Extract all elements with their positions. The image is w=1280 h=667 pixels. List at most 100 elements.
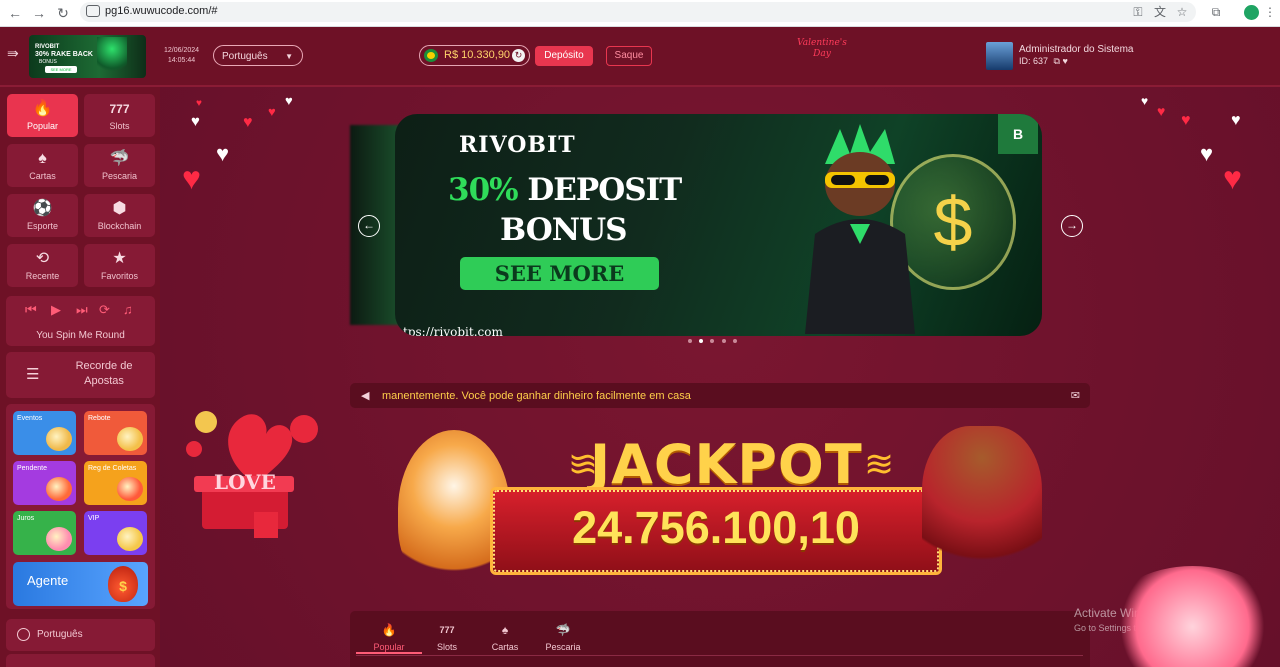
sidebar-category-0[interactable]: 🔥 Popular bbox=[7, 94, 78, 137]
carousel-dot[interactable] bbox=[699, 339, 703, 343]
browser-menu-icon[interactable]: ⋮ bbox=[1263, 5, 1277, 19]
sidebar-category-7[interactable]: ★ Favoritos bbox=[84, 244, 155, 287]
previous-track-icon[interactable]: ⏮ bbox=[25, 302, 37, 318]
bet-records-label: Recorde de Apostas bbox=[75, 360, 133, 387]
carousel-prev-button[interactable]: ← bbox=[358, 215, 380, 237]
user-id[interactable]: ID: 637 ⧉ ♥ bbox=[1019, 56, 1068, 67]
bet-records-button[interactable]: ☰ Recorde de Apostas bbox=[6, 352, 155, 398]
tab-0[interactable]: 🔥 Popular bbox=[356, 623, 422, 652]
promo-tile-5[interactable]: VIP bbox=[84, 511, 147, 555]
next-track-icon[interactable]: ⏭ bbox=[76, 302, 88, 318]
promo-tile-0[interactable]: Eventos bbox=[13, 411, 76, 455]
speaker-icon: ◀ bbox=[361, 390, 370, 402]
profile-icon[interactable] bbox=[1244, 5, 1259, 20]
address-bar[interactable] bbox=[80, 2, 1196, 22]
reload-icon[interactable]: ↻ bbox=[54, 4, 72, 22]
language-select[interactable]: Português ▼ bbox=[213, 45, 303, 66]
agent-label: Agente bbox=[27, 573, 69, 588]
heart-decoration-icon: ♥ bbox=[196, 98, 202, 109]
sidebar-category-4[interactable]: ⚽ Esporte bbox=[7, 194, 78, 237]
slots-777-icon: 777 bbox=[109, 102, 130, 116]
playlist-icon[interactable]: ♫ bbox=[123, 302, 133, 317]
user-name[interactable]: Administrador do Sistema bbox=[1019, 44, 1134, 55]
heart-decoration-icon: ♥ bbox=[1231, 112, 1241, 129]
promo-line1: 30% RAKE BACK bbox=[35, 51, 93, 58]
song-title: You Spin Me Round bbox=[36, 330, 125, 341]
promo-tile-4[interactable]: Juros bbox=[13, 511, 76, 555]
mail-icon[interactable]: ✉ bbox=[1071, 389, 1080, 402]
svg-text:LOVE: LOVE bbox=[214, 470, 276, 494]
heart-decoration-icon: ♥ bbox=[1181, 112, 1191, 129]
repeat-icon[interactable]: ⟳ bbox=[99, 302, 110, 318]
heart-decoration-icon: ♥ bbox=[285, 93, 293, 108]
heart-decoration-icon: ♥ bbox=[1200, 141, 1214, 166]
caret-down-icon: ▼ bbox=[285, 52, 293, 61]
site-info-icon[interactable] bbox=[86, 5, 100, 17]
back-icon[interactable]: ← bbox=[6, 4, 24, 22]
promo-tile-label: VIP bbox=[88, 515, 100, 522]
heart-decoration-icon: ♥ bbox=[1157, 103, 1166, 119]
sidebar-category-label: Recente bbox=[25, 271, 60, 281]
user-id-text: ID: 637 bbox=[1019, 56, 1049, 66]
bookmark-star-icon[interactable]: ☆ bbox=[1175, 5, 1189, 19]
promo-tile-3[interactable]: Reg de Coletas bbox=[84, 461, 147, 505]
balance-display: R$ 10.330,90 ↻ bbox=[419, 45, 530, 66]
extensions-icon[interactable]: ⧉ bbox=[1209, 5, 1223, 19]
carousel-dot[interactable] bbox=[710, 339, 714, 343]
promo-tile-2[interactable]: Pendente bbox=[13, 461, 76, 505]
sidebar-category-5[interactable]: ⬢ Blockchain bbox=[84, 194, 155, 237]
translate-icon[interactable]: 文 bbox=[1153, 5, 1167, 19]
forward-icon[interactable]: → bbox=[30, 4, 48, 22]
heart-decoration-icon: ♥ bbox=[243, 114, 253, 131]
withdraw-button[interactable]: Saque bbox=[606, 46, 652, 66]
promo-carousel-slide[interactable]: RIVOBIT 30% DEPOSIT BONUS SEE MORE tps:/… bbox=[395, 114, 1042, 336]
banner-brand: RIVOBIT bbox=[459, 132, 576, 158]
valentines-day-logo: Valentine's Day bbox=[793, 38, 851, 68]
refresh-balance-icon[interactable]: ↻ bbox=[512, 49, 525, 62]
sidebar-category-label: Popular bbox=[26, 121, 59, 131]
sidebar-category-6[interactable]: ⟲ Recente bbox=[7, 244, 78, 287]
cards-icon: ♠ bbox=[501, 623, 509, 637]
header-promo-banner[interactable]: RIVOBIT 30% RAKE BACK BONUS SEE MORE bbox=[29, 35, 146, 78]
tabs-divider bbox=[356, 655, 1083, 656]
banner-see-more-button[interactable]: SEE MORE bbox=[460, 257, 659, 290]
sidebar-language-button[interactable]: Português bbox=[6, 619, 155, 651]
user-avatar[interactable] bbox=[986, 42, 1013, 70]
banner-character-image bbox=[805, 124, 915, 334]
promo-line2: BONUS bbox=[39, 59, 57, 65]
promo-tile-icon bbox=[46, 477, 72, 501]
sidebar-category-3[interactable]: 🦈 Pescaria bbox=[84, 144, 155, 187]
sidebar-language-label: Português bbox=[37, 629, 83, 640]
browser-toolbar: ← → ↻ pg16.wuwucode.com/# ⚿ 文 ☆ ⧉ ⋮ bbox=[0, 0, 1280, 27]
play-icon[interactable]: ▶ bbox=[51, 302, 61, 318]
sidebar-category-1[interactable]: 777 Slots bbox=[84, 94, 155, 137]
blockchain-icon: ⬢ bbox=[112, 200, 127, 217]
promo-tile-icon bbox=[46, 427, 72, 451]
carousel-dot[interactable] bbox=[688, 339, 692, 343]
carousel-next-button[interactable]: → bbox=[1061, 215, 1083, 237]
banner-headline-bonus: BONUS bbox=[500, 212, 628, 248]
promo-tile-label: Eventos bbox=[17, 415, 43, 422]
url-text[interactable]: pg16.wuwucode.com/# bbox=[105, 5, 218, 17]
menu-toggle-icon[interactable]: ⇛ bbox=[7, 45, 19, 62]
sidebar-category-label: Slots bbox=[109, 121, 130, 131]
date-time: 12/06/2024 14:05:44 bbox=[164, 46, 199, 66]
promo-tile-icon bbox=[117, 427, 143, 451]
sidebar-next-item[interactable] bbox=[6, 654, 155, 667]
carousel-dot[interactable] bbox=[733, 339, 737, 343]
agent-button[interactable]: Agente $ bbox=[13, 562, 148, 606]
tab-3[interactable]: 🦈 Pescaria bbox=[530, 623, 596, 652]
fire-icon: 🔥 bbox=[381, 623, 397, 637]
valentine-line1: Valentine's bbox=[797, 38, 847, 48]
sidebar-category-2[interactable]: ♠ Cartas bbox=[7, 144, 78, 187]
tab-2[interactable]: ♠ Cartas bbox=[472, 623, 538, 652]
carousel-dot[interactable] bbox=[722, 339, 726, 343]
slots-777-icon: 777 bbox=[439, 625, 455, 635]
tab-label: Popular bbox=[373, 642, 405, 652]
promo-tile-1[interactable]: Rebote bbox=[84, 411, 147, 455]
copy-icon[interactable]: ⧉ bbox=[1054, 56, 1060, 66]
password-key-icon[interactable]: ⚿ bbox=[1131, 5, 1145, 19]
sidebar-category-label: Blockchain bbox=[97, 221, 142, 231]
deposit-button[interactable]: Depósito bbox=[535, 46, 593, 66]
tab-1[interactable]: 777 Slots bbox=[414, 623, 480, 652]
